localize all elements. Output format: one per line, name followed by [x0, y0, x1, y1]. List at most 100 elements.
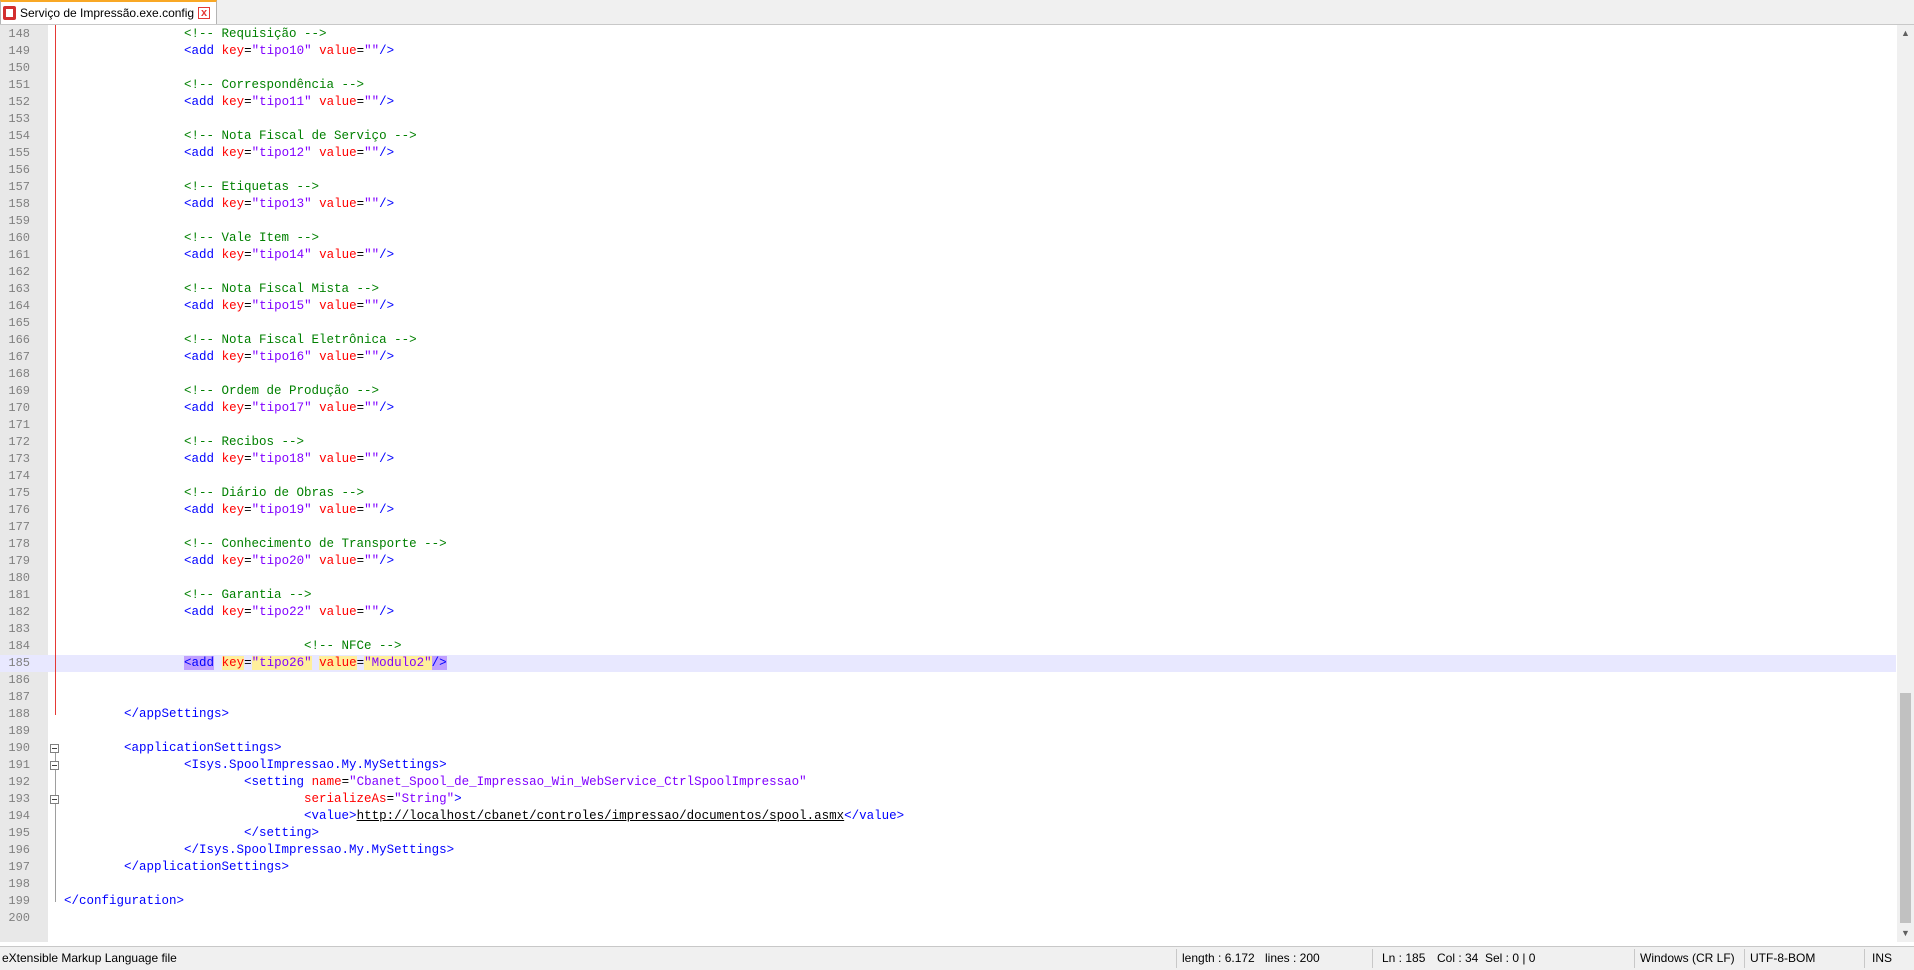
code-line[interactable]: 172 <!-- Recibos -->	[0, 434, 1896, 451]
code-line[interactable]: 166 <!-- Nota Fiscal Eletrônica -->	[0, 332, 1896, 349]
code-line[interactable]: 169 <!-- Ordem de Produção -->	[0, 383, 1896, 400]
code-line[interactable]: 199 </configuration>	[0, 893, 1896, 910]
code-line[interactable]: 160 <!-- Vale Item -->	[0, 230, 1896, 247]
code-text[interactable]: </setting>	[64, 825, 319, 842]
code-text[interactable]: <!-- Diário de Obras -->	[64, 485, 364, 502]
code-line[interactable]: 155 <add key="tipo12" value=""/>	[0, 145, 1896, 162]
code-line[interactable]: 161 <add key="tipo14" value=""/>	[0, 247, 1896, 264]
code-line[interactable]: 181 <!-- Garantia -->	[0, 587, 1896, 604]
code-line[interactable]: 171	[0, 417, 1896, 434]
code-line[interactable]: 167 <add key="tipo16" value=""/>	[0, 349, 1896, 366]
code-line[interactable]: 175 <!-- Diário de Obras -->	[0, 485, 1896, 502]
code-text[interactable]: serializeAs="String">	[64, 791, 462, 808]
code-text[interactable]: <value>http://localhost/cbanet/controles…	[64, 808, 904, 825]
code-text[interactable]: <!-- Ordem de Produção -->	[64, 383, 379, 400]
code-line[interactable]: 184 <!-- NFCe -->	[0, 638, 1896, 655]
code-text[interactable]: </configuration>	[64, 893, 184, 910]
code-text[interactable]: <add key="tipo26" value="Modulo2"/>	[64, 655, 447, 672]
fold-collapse-icon[interactable]	[50, 795, 59, 804]
code-line[interactable]: 200	[0, 910, 1896, 927]
fold-collapse-icon[interactable]	[50, 744, 59, 753]
code-text[interactable]: </Isys.SpoolImpressao.My.MySettings>	[64, 842, 454, 859]
current-code-line[interactable]: 185 <add key="tipo26" value="Modulo2"/>	[0, 655, 1896, 672]
code-line[interactable]: 177	[0, 519, 1896, 536]
code-text[interactable]: <add key="tipo14" value=""/>	[64, 247, 394, 264]
vertical-scrollbar[interactable]: ▲ ▼	[1897, 25, 1914, 942]
code-line[interactable]: 186	[0, 672, 1896, 689]
code-text[interactable]: <add key="tipo11" value=""/>	[64, 94, 394, 111]
scrollbar-thumb[interactable]	[1900, 693, 1911, 923]
code-line[interactable]: 148 <!-- Requisição -->	[0, 26, 1896, 43]
code-text[interactable]: <add key="tipo18" value=""/>	[64, 451, 394, 468]
code-line[interactable]: 173 <add key="tipo18" value=""/>	[0, 451, 1896, 468]
code-line[interactable]: 182 <add key="tipo22" value=""/>	[0, 604, 1896, 621]
code-line[interactable]: 174	[0, 468, 1896, 485]
code-line[interactable]: 152 <add key="tipo11" value=""/>	[0, 94, 1896, 111]
code-line[interactable]: 162	[0, 264, 1896, 281]
code-line[interactable]: 187	[0, 689, 1896, 706]
code-line[interactable]: 168	[0, 366, 1896, 383]
code-text[interactable]: <applicationSettings>	[64, 740, 282, 757]
code-text[interactable]: <!-- Correspondência -->	[64, 77, 364, 94]
scroll-down-arrow-icon[interactable]: ▼	[1897, 925, 1914, 942]
close-icon[interactable]: x	[198, 7, 211, 19]
code-line[interactable]: 192 <setting name="Cbanet_Spool_de_Impre…	[0, 774, 1896, 791]
code-line[interactable]: 194 <value>http://localhost/cbanet/contr…	[0, 808, 1896, 825]
code-line[interactable]: 149 <add key="tipo10" value=""/>	[0, 43, 1896, 60]
code-line[interactable]: 198	[0, 876, 1896, 893]
code-text[interactable]: <!-- Nota Fiscal de Serviço -->	[64, 128, 417, 145]
code-line[interactable]: 178 <!-- Conhecimento de Transporte -->	[0, 536, 1896, 553]
code-line[interactable]: 188 </appSettings>	[0, 706, 1896, 723]
status-encoding[interactable]: UTF-8-BOM	[1750, 951, 1815, 965]
fold-collapse-icon[interactable]	[50, 761, 59, 770]
code-line[interactable]: 193 serializeAs="String">	[0, 791, 1896, 808]
code-editor[interactable]: 148 <!-- Requisição --> 149 <add key="tip…	[0, 25, 1914, 942]
code-text[interactable]: <!-- Nota Fiscal Mista -->	[64, 281, 379, 298]
code-text[interactable]: <!-- Conhecimento de Transporte -->	[64, 536, 447, 553]
code-text[interactable]: <add key="tipo19" value=""/>	[64, 502, 394, 519]
code-text[interactable]: <add key="tipo16" value=""/>	[64, 349, 394, 366]
code-text[interactable]: </applicationSettings>	[64, 859, 289, 876]
code-line[interactable]: 158 <add key="tipo13" value=""/>	[0, 196, 1896, 213]
status-insert-mode[interactable]: INS	[1872, 951, 1892, 965]
code-text[interactable]: <!-- Nota Fiscal Eletrônica -->	[64, 332, 417, 349]
code-line[interactable]: 189	[0, 723, 1896, 740]
code-line[interactable]: 197 </applicationSettings>	[0, 859, 1896, 876]
tab-file[interactable]: Serviço de Impressão.exe.config x	[0, 0, 218, 24]
code-line[interactable]: 165	[0, 315, 1896, 332]
code-text[interactable]: <add key="tipo22" value=""/>	[64, 604, 394, 621]
code-line[interactable]: 170 <add key="tipo17" value=""/>	[0, 400, 1896, 417]
code-text[interactable]: <Isys.SpoolImpressao.My.MySettings>	[64, 757, 447, 774]
code-line[interactable]: 195 </setting>	[0, 825, 1896, 842]
code-line[interactable]: 164 <add key="tipo15" value=""/>	[0, 298, 1896, 315]
code-text[interactable]: <!-- Garantia -->	[64, 587, 312, 604]
code-text[interactable]: <add key="tipo15" value=""/>	[64, 298, 394, 315]
code-text[interactable]: <!-- Etiquetas -->	[64, 179, 319, 196]
code-line[interactable]: 183	[0, 621, 1896, 638]
code-text[interactable]: <setting name="Cbanet_Spool_de_Impressao…	[64, 774, 807, 791]
code-text[interactable]: <add key="tipo12" value=""/>	[64, 145, 394, 162]
code-line[interactable]: 159	[0, 213, 1896, 230]
code-text[interactable]: <add key="tipo10" value=""/>	[64, 43, 394, 60]
code-line[interactable]: 196 </Isys.SpoolImpressao.My.MySettings>	[0, 842, 1896, 859]
status-eol[interactable]: Windows (CR LF)	[1640, 951, 1735, 965]
code-line[interactable]: 151 <!-- Correspondência -->	[0, 77, 1896, 94]
code-text[interactable]: <add key="tipo20" value=""/>	[64, 553, 394, 570]
code-line[interactable]: 176 <add key="tipo19" value=""/>	[0, 502, 1896, 519]
code-text[interactable]: <add key="tipo17" value=""/>	[64, 400, 394, 417]
code-line[interactable]: 163 <!-- Nota Fiscal Mista -->	[0, 281, 1896, 298]
code-line[interactable]: 154 <!-- Nota Fiscal de Serviço -->	[0, 128, 1896, 145]
code-text[interactable]: <!-- Vale Item -->	[64, 230, 319, 247]
code-text[interactable]: <add key="tipo13" value=""/>	[64, 196, 394, 213]
code-text[interactable]: </appSettings>	[64, 706, 229, 723]
code-line[interactable]: 191 <Isys.SpoolImpressao.My.MySettings>	[0, 757, 1896, 774]
scroll-up-arrow-icon[interactable]: ▲	[1897, 25, 1914, 42]
code-line[interactable]: 153	[0, 111, 1896, 128]
code-line[interactable]: 156	[0, 162, 1896, 179]
code-text[interactable]: <!-- NFCe -->	[64, 638, 402, 655]
code-line[interactable]: 150	[0, 60, 1896, 77]
code-text[interactable]: <!-- Recibos -->	[64, 434, 304, 451]
code-line[interactable]: 179 <add key="tipo20" value=""/>	[0, 553, 1896, 570]
code-line[interactable]: 157 <!-- Etiquetas -->	[0, 179, 1896, 196]
code-line[interactable]: 190 <applicationSettings>	[0, 740, 1896, 757]
